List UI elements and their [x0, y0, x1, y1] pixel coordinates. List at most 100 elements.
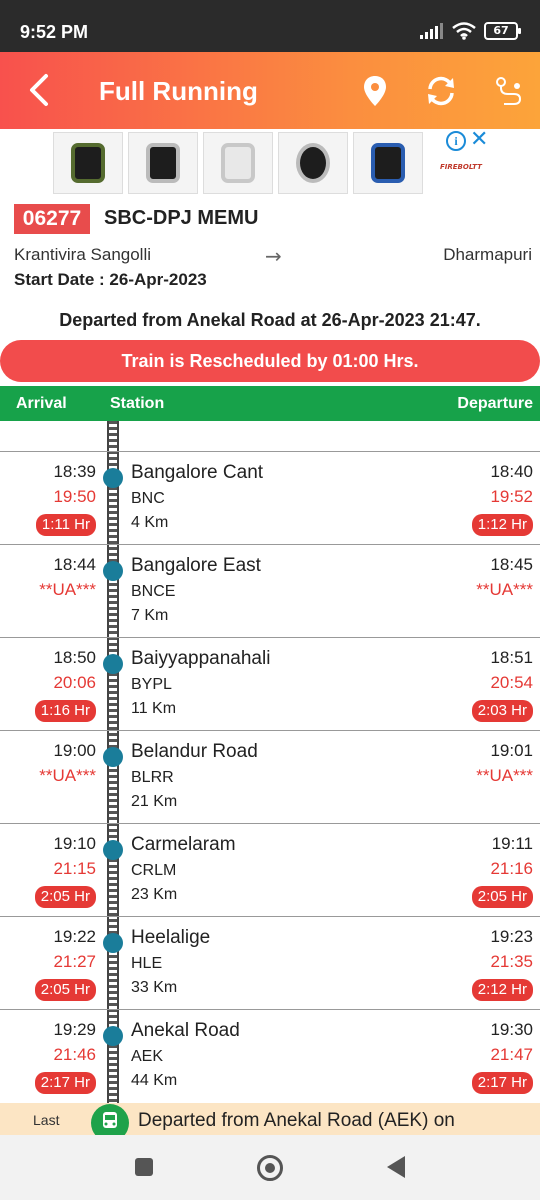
station-distance: 7 Km	[131, 607, 169, 624]
departed-message: Departed from Anekal Road at 26-Apr-2023…	[59, 310, 481, 330]
train-icon	[91, 1104, 129, 1135]
departure-actual: **UA***	[476, 766, 533, 785]
arrival-actual: 19:50	[53, 487, 96, 506]
page-title: Full Running	[99, 76, 258, 106]
arrival-scheduled: 19:00	[53, 741, 96, 760]
arrival-actual: **UA***	[39, 580, 96, 599]
arrival-actual: 21:15	[53, 859, 96, 878]
start-date-value: 26-Apr-2023	[109, 270, 207, 289]
ad-watch-image[interactable]	[353, 132, 423, 194]
train-name: SBC-DPJ MEMU	[104, 207, 259, 229]
status-icons: 67	[420, 22, 521, 40]
departure-scheduled: 19:11	[491, 834, 533, 853]
station-code: BYPL	[131, 676, 172, 693]
ad-watch-image[interactable]	[53, 132, 123, 194]
origin-station: Krantivira Sangolli	[14, 245, 152, 264]
departure-scheduled: 18:40	[490, 462, 533, 481]
schedule-table-header: Arrival Station Departure	[0, 386, 540, 421]
system-nav-bar	[0, 1135, 540, 1200]
arrival-scheduled: 18:39	[53, 462, 96, 481]
departure-actual: 21:35	[490, 952, 533, 971]
station-dot-icon	[103, 840, 123, 860]
refresh-icon[interactable]	[424, 74, 458, 108]
arrival-delay-badge: 2:05 Hr	[34, 886, 96, 908]
station-row[interactable]: 19:00 **UA*** Belandur Road BLRR 21 Km 1…	[0, 730, 540, 823]
back-arrow-icon[interactable]	[22, 70, 56, 110]
station-distance: 11 Km	[131, 700, 177, 717]
app-bar: Full Running	[0, 52, 540, 129]
start-date-label: Start Date :	[14, 270, 110, 289]
station-code: HLE	[131, 955, 163, 972]
train-number-badge: 06277	[14, 204, 90, 234]
home-button-icon[interactable]	[257, 1155, 283, 1181]
station-name: Heelalige	[131, 927, 211, 948]
station-name: Baiyyappanahali	[131, 648, 271, 669]
signal-icon	[420, 23, 443, 39]
station-row[interactable]: 19:22 21:27 2:05 Hr Heelalige HLE 33 Km …	[0, 916, 540, 1009]
departure-column-header: Departure	[457, 395, 533, 412]
station-row[interactable]: 18:44 **UA*** Bangalore East BNCE 7 Km 1…	[0, 544, 540, 637]
station-name: Carmelaram	[131, 834, 236, 855]
reschedule-banner: Train is Rescheduled by 01:00 Hrs.	[0, 340, 540, 382]
route-map-icon[interactable]	[492, 74, 526, 108]
departure-scheduled: 18:51	[490, 648, 533, 667]
station-name: Anekal Road	[131, 1020, 240, 1041]
station-code: AEK	[131, 1048, 164, 1065]
station-row[interactable]: 18:39 19:50 1:11 Hr Bangalore Cant BNC 4…	[0, 451, 540, 544]
arrival-scheduled: 19:10	[53, 834, 96, 853]
station-dot-icon	[103, 561, 123, 581]
arrival-delay-badge: 1:11 Hr	[35, 514, 96, 536]
station-name: Bangalore East	[131, 555, 261, 576]
start-date: Start Date : 26-Apr-2023	[14, 270, 207, 290]
arrival-actual: **UA***	[39, 766, 96, 785]
back-button-icon[interactable]	[387, 1156, 405, 1178]
station-code: BNC	[131, 490, 165, 507]
station-list[interactable]: 18:39 19:50 1:11 Hr Bangalore Cant BNC 4…	[0, 451, 540, 1102]
station-distance: 23 Km	[131, 886, 178, 903]
station-row[interactable]: 18:50 20:06 1:16 Hr Baiyyappanahali BYPL…	[0, 637, 540, 730]
station-distance: 4 Km	[131, 514, 169, 531]
arrival-actual: 20:06	[53, 673, 96, 692]
arrival-actual: 21:27	[53, 952, 96, 971]
station-row[interactable]: 19:10 21:15 2:05 Hr Carmelaram CRLM 23 K…	[0, 823, 540, 916]
ad-watch-image[interactable]	[203, 132, 273, 194]
arrival-delay-badge: 1:16 Hr	[34, 700, 96, 722]
station-code: CRLM	[131, 862, 177, 879]
station-distance: 21 Km	[131, 793, 178, 810]
station-distance: 33 Km	[131, 979, 178, 996]
status-bar: 9:52 PM 67	[0, 0, 540, 52]
station-dot-icon	[103, 468, 123, 488]
departure-actual: 21:47	[490, 1045, 533, 1064]
last-label: Last	[33, 1112, 60, 1128]
arrival-actual: 21:46	[53, 1045, 96, 1064]
route-arrow-icon: →	[265, 244, 282, 268]
arrival-delay-badge: 2:17 Hr	[34, 1072, 96, 1094]
station-distance: 44 Km	[131, 1072, 178, 1089]
recents-button-icon[interactable]	[135, 1158, 153, 1176]
arrival-scheduled: 19:22	[53, 927, 96, 946]
departure-delay-badge: 1:12 Hr	[471, 514, 533, 536]
station-dot-icon	[103, 933, 123, 953]
ad-banner[interactable]: i ✕ FIREBOLTT	[0, 127, 540, 199]
battery-icon: 67	[484, 22, 521, 40]
departure-actual: 21:16	[490, 859, 533, 878]
arrival-delay-badge: 2:05 Hr	[34, 979, 96, 1001]
departure-delay-badge: 2:05 Hr	[471, 886, 533, 908]
ad-close-icon[interactable]: ✕	[470, 127, 488, 152]
station-name: Bangalore Cant	[131, 462, 264, 483]
departure-scheduled: 18:45	[490, 555, 533, 574]
ad-info-icon[interactable]: i	[446, 131, 466, 151]
ad-watch-image[interactable]	[128, 132, 198, 194]
departure-delay-badge: 2:12 Hr	[471, 979, 533, 1001]
station-code: BNCE	[131, 583, 176, 600]
last-status-strip[interactable]: Last Departed from Anekal Road (AEK) on	[0, 1103, 540, 1135]
station-row[interactable]: 19:29 21:46 2:17 Hr Anekal Road AEK 44 K…	[0, 1009, 540, 1102]
arrival-scheduled: 18:50	[53, 648, 96, 667]
departure-scheduled: 19:30	[490, 1020, 533, 1039]
last-status-message: Departed from Anekal Road (AEK) on	[138, 1110, 455, 1131]
ad-watch-image[interactable]	[278, 132, 348, 194]
station-dot-icon	[103, 747, 123, 767]
station-column-header: Station	[110, 395, 165, 412]
station-code: BLRR	[131, 769, 174, 786]
location-pin-icon[interactable]	[358, 74, 392, 108]
